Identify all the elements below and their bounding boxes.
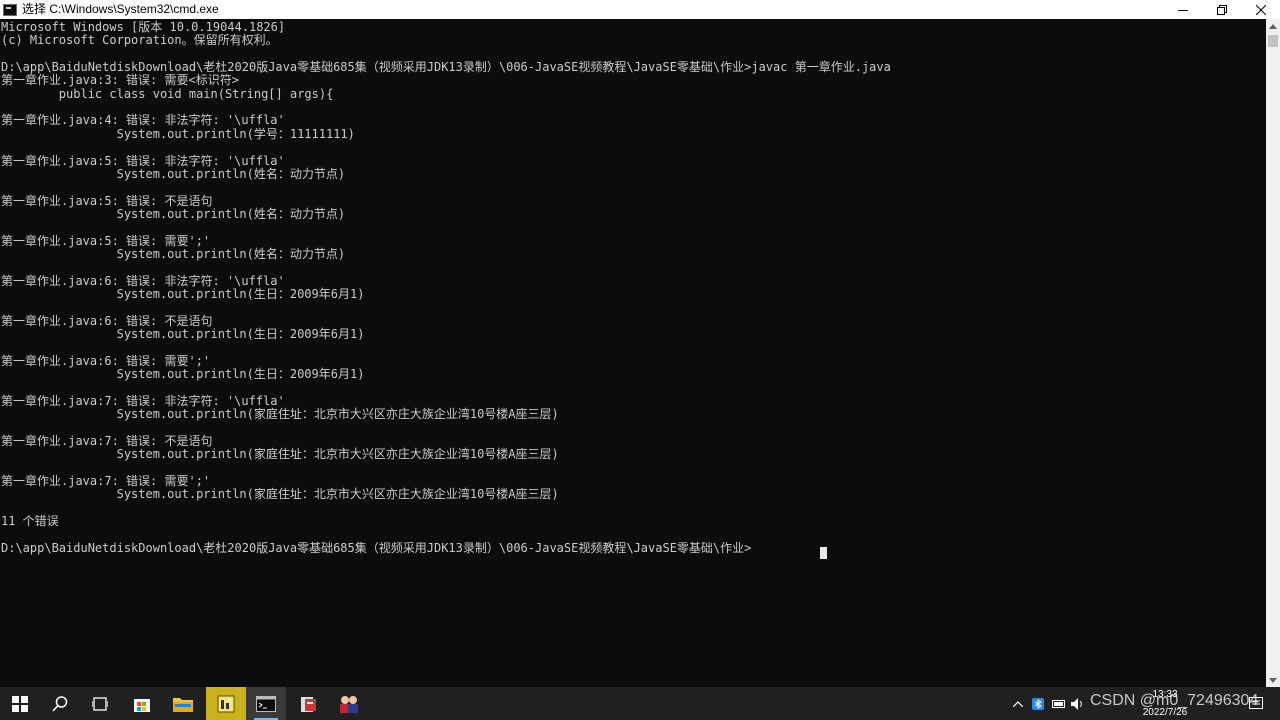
console-line: System.out.println(生日：2009年6月1) [1,367,365,382]
highlighted-app[interactable] [206,687,246,720]
console-line: 第一章作业.java:3: 错误: 需要<标识符> [1,73,239,88]
search-button[interactable] [40,687,80,720]
console-line: System.out.println(家庭住址：北京市大兴区亦庄大族企业湾10号… [1,407,559,422]
chevron-up-icon [1013,700,1023,707]
folder-icon [173,697,193,712]
console-line: 第一章作业.java:7: 错误: 需要';' [1,473,211,488]
store-app[interactable] [122,687,162,720]
console-line: 第一章作业.java:5: 错误: 非法字符: '\uffla' [1,153,285,168]
console-line: public class void main(String[] args){ [1,86,334,101]
console-line: System.out.println(生日：2009年6月1) [1,287,365,301]
console-line: 11 个错误 [1,513,59,528]
console-line: 第一章作业.java:6: 错误: 需要';' [1,353,211,368]
chevron-down-icon [1269,677,1277,683]
console-line: System.out.println(学号：11111111) [1,126,355,141]
console-line: 第一章作业.java:7: 错误: 非法字符: '\uffla' [1,393,285,408]
taskbar: 13:33 2022/7/26 [0,687,1280,720]
app-icon [217,695,235,712]
console-output[interactable]: Microsoft Windows [版本 10.0.19044.1826] (c… [0,19,1266,687]
scroll-up-button[interactable] [1266,19,1280,33]
restore-icon [1216,4,1227,15]
windows-logo-icon [12,695,28,712]
scroll-down-button[interactable] [1266,673,1280,687]
red-app[interactable] [288,687,328,720]
console-line: System.out.println(家庭住址：北京市大兴区亦庄大族企业湾10号… [1,487,559,502]
console-line: Microsoft Windows [版本 10.0.19044.1826] [1,20,286,34]
minimize-button[interactable] [1163,0,1202,19]
restore-button[interactable] [1202,0,1241,19]
store-icon [134,698,150,712]
console-line: 第一章作业.java:7: 错误: 不是语句 [1,433,213,448]
window-title-bar[interactable]: 选择 C:\Windows\System32\cmd.exe [0,0,1280,19]
console-line: D:\app\BaiduNetdiskDownload\老杜2020版Java零… [1,60,891,75]
speaker-icon [1071,697,1082,710]
console-line: D:\app\BaiduNetdiskDownload\老杜2020版Java零… [1,540,752,555]
battery-button[interactable] [1050,687,1068,720]
console-line: System.out.println(姓名：动力节点) [1,246,346,261]
vertical-scrollbar[interactable] [1266,19,1280,687]
cmd-app-icon [3,3,17,16]
console-line: 第一章作业.java:4: 错误: 非法字符: '\uffla' [1,113,285,128]
minimize-icon [1177,9,1188,11]
chevron-up-icon [1269,23,1277,29]
task-view-icon [92,696,108,711]
battery-icon [1052,699,1065,708]
console-line: System.out.println(家庭住址：北京市大兴区亦庄大族企业湾10号… [1,447,559,462]
watermark: CSDN @m0_72496304 [1090,692,1259,709]
close-icon [1255,4,1266,15]
console-line: 第一章作业.java:6: 错误: 不是语句 [1,313,213,328]
task-view-button[interactable] [80,687,120,720]
console-line: System.out.println(生日：2009年6月1) [1,327,365,342]
show-hidden-icons-button[interactable] [1010,687,1026,720]
console-line: System.out.println(姓名：动力节点) [1,206,346,221]
app-icon [340,695,358,713]
scrollbar-thumb[interactable] [1268,35,1278,47]
window-controls [1163,0,1280,19]
file-explorer-app[interactable] [163,687,203,720]
console-line: 第一章作业.java:5: 错误: 不是语句 [1,193,213,208]
console-line: (c) Microsoft Corporation。保留所有权利。 [1,33,278,48]
console-line: 第一章作业.java:6: 错误: 非法字符: '\uffla' [1,273,285,288]
tray-app-icon[interactable] [1030,687,1046,720]
text-cursor [820,547,827,559]
cmd-app[interactable] [246,687,286,720]
window-title: 选择 C:\Windows\System32\cmd.exe [22,2,219,16]
terminal-icon [256,695,276,712]
app-icon [301,696,316,712]
people-app[interactable] [329,687,369,720]
search-icon [52,695,68,712]
start-button[interactable] [0,687,40,720]
console-line: System.out.println(姓名：动力节点) [1,166,346,181]
bluetooth-icon [1032,697,1044,710]
close-button[interactable] [1241,0,1280,19]
volume-button[interactable] [1070,687,1086,720]
console-line: 第一章作业.java:5: 错误: 需要';' [1,233,211,248]
